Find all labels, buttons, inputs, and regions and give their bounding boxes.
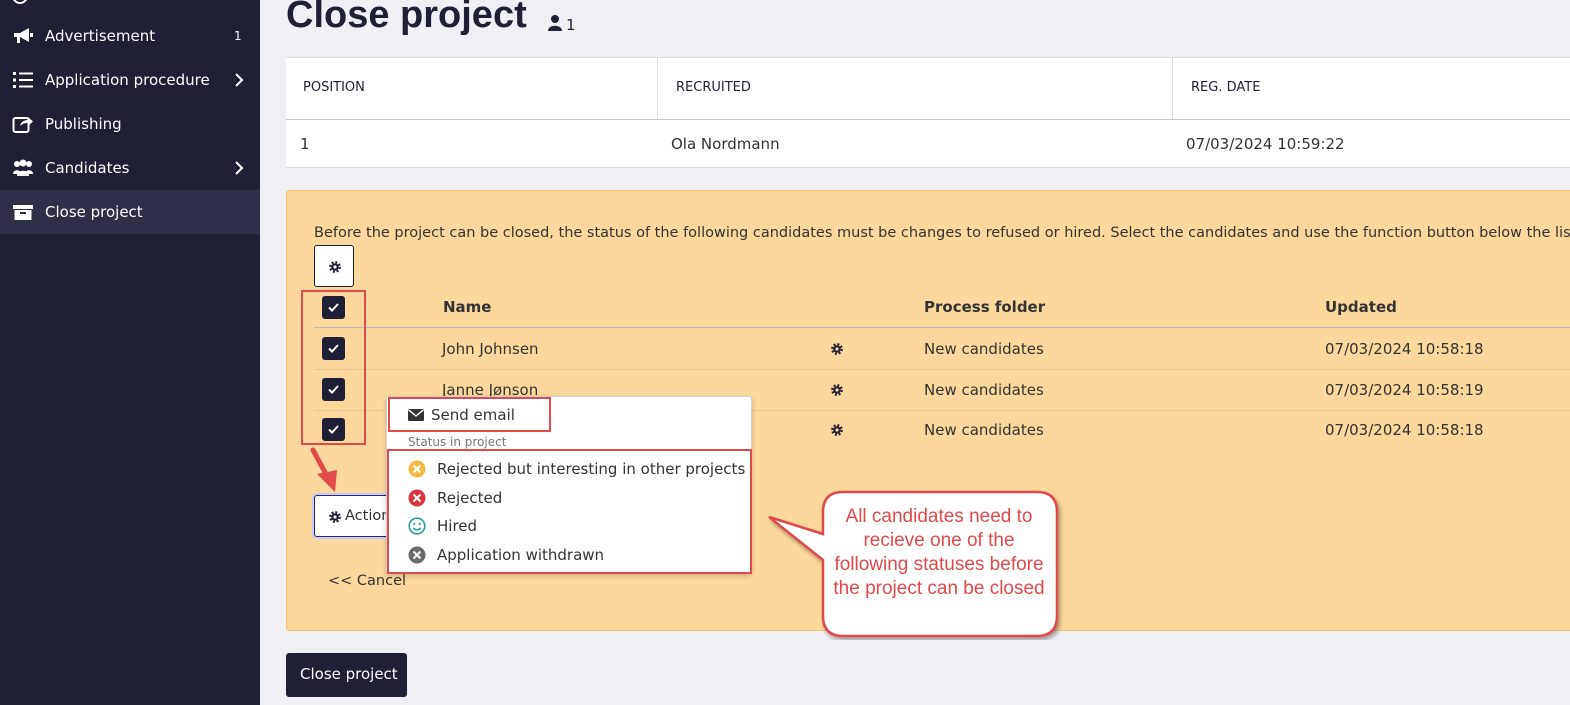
- column-header-recruited: RECRUITED: [676, 80, 751, 95]
- recruited-table: POSITION RECRUITED REG. DATE 1 Ola Nordm…: [286, 57, 1570, 168]
- sidebar-item-advertisement[interactable]: Advertisement 1: [0, 14, 260, 58]
- column-header-reg-date: REG. DATE: [1191, 80, 1261, 95]
- status-section-label: Status in project: [408, 435, 507, 449]
- user-icon: [548, 15, 562, 31]
- sidebar-item-candidates[interactable]: Candidates: [0, 146, 260, 190]
- chevron-right-icon: [235, 161, 244, 175]
- process-folder: New candidates: [924, 340, 1044, 358]
- cell-position: 1: [300, 135, 310, 153]
- sidebar-item-label: Advertisement: [45, 27, 156, 45]
- close-project-button[interactable]: Close project: [286, 653, 407, 697]
- chevron-right-icon: [235, 73, 244, 87]
- archive-icon: [13, 205, 33, 220]
- process-folder: New candidates: [924, 421, 1044, 439]
- close-project-label: Close project: [300, 665, 398, 683]
- gear-icon: [329, 261, 341, 273]
- page-title: Close project: [286, 0, 527, 36]
- annotation-checkbox-highlight: [301, 290, 366, 445]
- updated-date: 07/03/2024 10:58:18: [1325, 421, 1484, 439]
- sidebar-item-label: Publishing: [45, 115, 122, 133]
- gear-icon: [329, 511, 341, 523]
- sidebar-item-label: Application procedure: [45, 71, 210, 89]
- process-folder: New candidates: [924, 381, 1044, 399]
- panel-info-text: Before the project can be closed, the st…: [314, 225, 1570, 241]
- sidebar-item-close-project[interactable]: Close project: [0, 190, 260, 234]
- sidebar-item-label: Close project: [45, 203, 143, 221]
- user-count: 1: [566, 16, 576, 34]
- count-badge: 1: [234, 29, 242, 43]
- sidebar-item-publishing[interactable]: Publishing: [0, 102, 260, 146]
- annotation-status-highlight: [387, 449, 752, 574]
- megaphone-icon: [14, 28, 33, 43]
- cell-recruited: Ola Nordmann: [671, 135, 780, 153]
- share-icon: [12, 117, 33, 133]
- updated-date: 07/03/2024 10:58:19: [1325, 381, 1484, 399]
- gear-icon[interactable]: [830, 423, 844, 437]
- candidate-name[interactable]: John Johnsen: [442, 340, 539, 358]
- cell-reg-date: 07/03/2024 10:59:22: [1186, 135, 1345, 153]
- list-icon: [13, 72, 33, 88]
- gear-icon[interactable]: [830, 383, 844, 397]
- annotation-callout-text: All candidates need to recieve one of th…: [833, 506, 1045, 599]
- column-settings-button[interactable]: [314, 245, 354, 287]
- users-icon: [13, 159, 33, 176]
- column-header-position: POSITION: [303, 80, 365, 95]
- sidebar-item-application-procedure[interactable]: Application procedure: [0, 58, 260, 102]
- updated-date: 07/03/2024 10:58:18: [1325, 340, 1484, 358]
- actions-label: Action: [345, 508, 391, 524]
- annotation-send-email-highlight: [388, 397, 551, 432]
- column-header-name[interactable]: Name: [443, 298, 491, 316]
- sidebar-item-cut-off[interactable]: [12, 0, 28, 4]
- sidebar-item-label: Candidates: [45, 159, 130, 177]
- column-header-updated[interactable]: Updated: [1325, 298, 1397, 316]
- gear-icon[interactable]: [830, 342, 844, 356]
- column-header-process-folder[interactable]: Process folder: [924, 298, 1045, 316]
- annotation-arrow: [310, 447, 337, 492]
- cancel-link[interactable]: << Cancel: [328, 573, 406, 589]
- sidebar: Advertisement 1 Application procedure Pu…: [0, 0, 260, 705]
